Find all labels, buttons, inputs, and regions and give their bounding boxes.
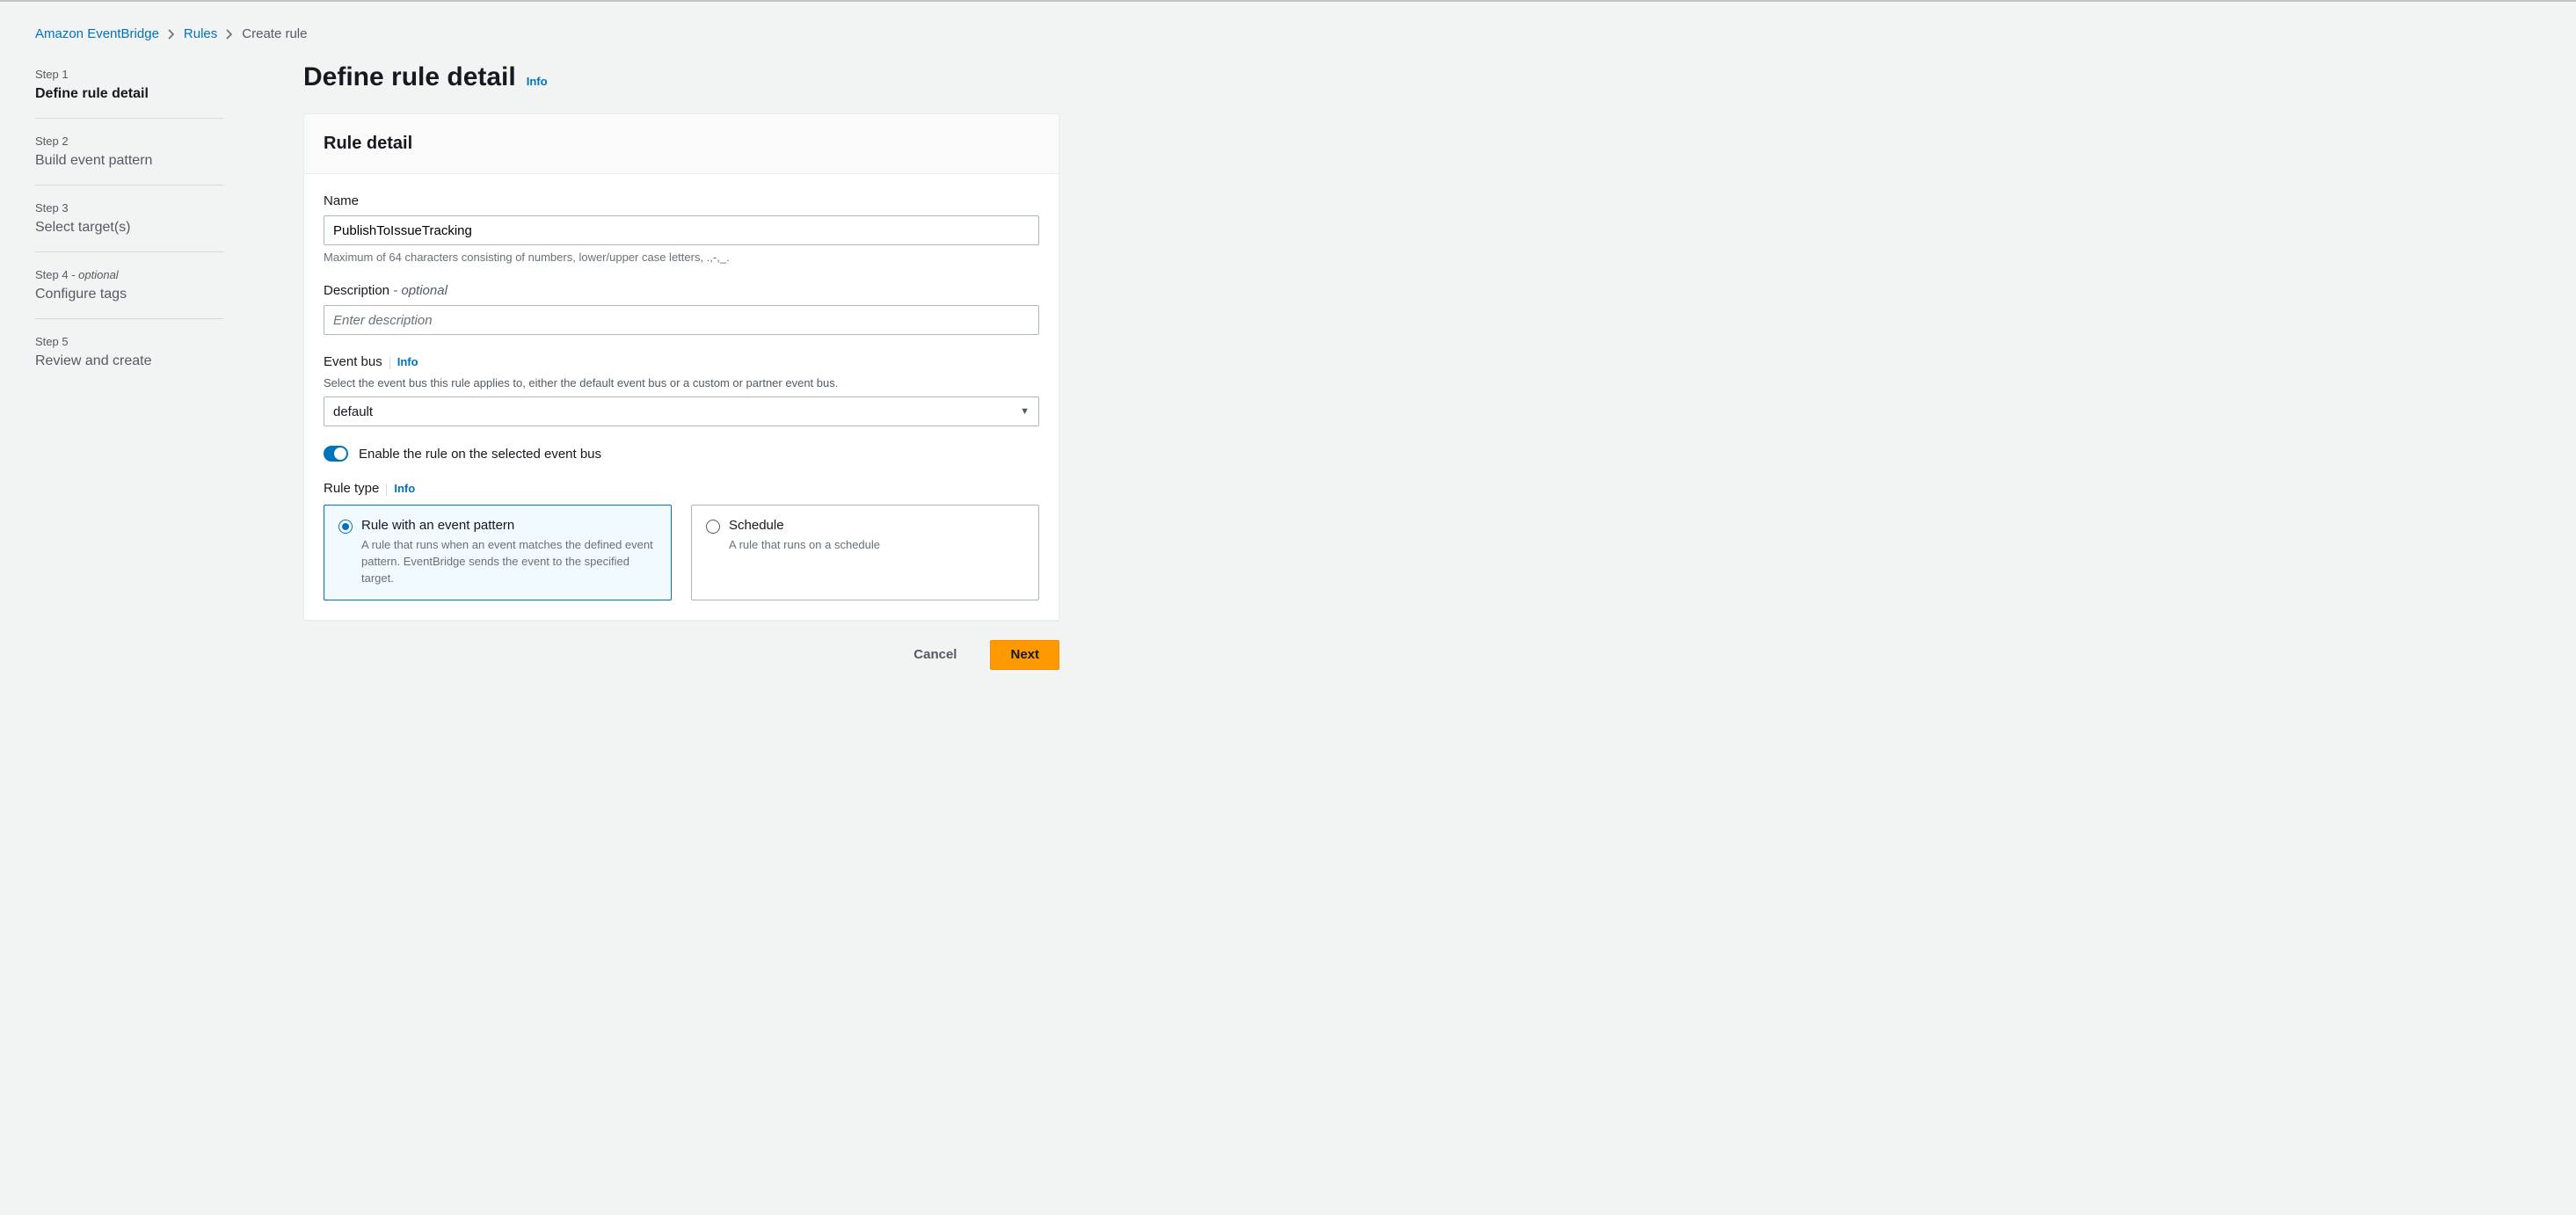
radio-icon xyxy=(706,520,720,534)
wizard-step-5[interactable]: Step 5 Review and create xyxy=(35,319,224,385)
event-bus-helper: Select the event bus this rule applies t… xyxy=(324,376,1039,389)
step-title: Define rule detail xyxy=(35,86,224,102)
breadcrumb-current: Create rule xyxy=(242,26,307,41)
event-bus-select[interactable]: default ▼ xyxy=(324,397,1039,426)
info-link-event-bus[interactable]: Info xyxy=(397,355,418,368)
info-link-rule-type[interactable]: Info xyxy=(394,482,415,495)
card-title: Rule detail xyxy=(324,134,1039,154)
wizard-step-3[interactable]: Step 3 Select target(s) xyxy=(35,186,224,252)
wizard-step-4[interactable]: Step 4 - optional Configure tags xyxy=(35,252,224,319)
rule-type-label: Rule type Info xyxy=(324,481,1039,496)
rule-type-schedule[interactable]: Schedule A rule that runs on a schedule xyxy=(691,505,1039,600)
form-group-event-bus: Event bus Info Select the event bus this… xyxy=(324,354,1039,426)
step-label: Step 3 xyxy=(35,201,224,215)
name-label: Name xyxy=(324,193,1039,208)
step-title: Review and create xyxy=(35,353,224,369)
wizard-actions: Cancel Next xyxy=(303,640,1059,705)
form-group-enable-toggle: Enable the rule on the selected event bu… xyxy=(324,446,1039,462)
tile-description: A rule that runs when an event matches t… xyxy=(361,537,657,587)
wizard-step-2[interactable]: Step 2 Build event pattern xyxy=(35,119,224,186)
divider-icon xyxy=(386,484,387,496)
name-helper: Maximum of 64 characters consisting of n… xyxy=(324,251,1039,264)
breadcrumb-link-rules[interactable]: Rules xyxy=(184,26,217,41)
description-label: Description - optional xyxy=(324,283,1039,298)
card-header: Rule detail xyxy=(304,114,1059,174)
divider-icon xyxy=(389,357,390,369)
rule-detail-card: Rule detail Name Maximum of 64 character… xyxy=(303,113,1059,621)
radio-icon xyxy=(338,520,353,534)
caret-down-icon: ▼ xyxy=(1020,406,1030,417)
main-content: Define rule detail Info Rule detail Name… xyxy=(303,62,1059,705)
next-button[interactable]: Next xyxy=(990,640,1059,670)
tile-title: Schedule xyxy=(729,518,784,533)
rule-type-event-pattern[interactable]: Rule with an event pattern A rule that r… xyxy=(324,505,672,600)
tile-description: A rule that runs on a schedule xyxy=(729,537,1024,554)
enable-rule-toggle[interactable] xyxy=(324,446,348,462)
form-group-name: Name Maximum of 64 characters consisting… xyxy=(324,193,1039,264)
event-bus-label: Event bus Info xyxy=(324,354,1039,369)
breadcrumb: Amazon EventBridge Rules Create rule xyxy=(35,2,2541,62)
wizard-step-1[interactable]: Step 1 Define rule detail xyxy=(35,62,224,119)
step-label: Step 2 xyxy=(35,135,224,148)
form-group-description: Description - optional xyxy=(324,283,1039,335)
toggle-knob-icon xyxy=(334,447,346,460)
step-label: Step 5 xyxy=(35,335,224,348)
wizard-steps: Step 1 Define rule detail Step 2 Build e… xyxy=(35,62,224,385)
chevron-right-icon xyxy=(168,29,175,40)
cancel-button[interactable]: Cancel xyxy=(894,640,976,670)
form-group-rule-type: Rule type Info Rule with an event patter… xyxy=(324,481,1039,600)
breadcrumb-link-eventbridge[interactable]: Amazon EventBridge xyxy=(35,26,159,41)
info-link-page[interactable]: Info xyxy=(527,75,548,88)
event-bus-selected-value: default xyxy=(333,404,373,419)
step-label: Step 1 xyxy=(35,68,224,81)
step-label: Step 4 - optional xyxy=(35,268,224,281)
description-input[interactable] xyxy=(324,305,1039,335)
chevron-right-icon xyxy=(226,29,233,40)
enable-rule-label: Enable the rule on the selected event bu… xyxy=(359,447,601,462)
name-input[interactable] xyxy=(324,215,1039,245)
step-title: Build event pattern xyxy=(35,153,224,169)
page-title: Define rule detail xyxy=(303,62,516,92)
step-title: Configure tags xyxy=(35,287,224,302)
step-title: Select target(s) xyxy=(35,220,224,236)
tile-title: Rule with an event pattern xyxy=(361,518,514,533)
